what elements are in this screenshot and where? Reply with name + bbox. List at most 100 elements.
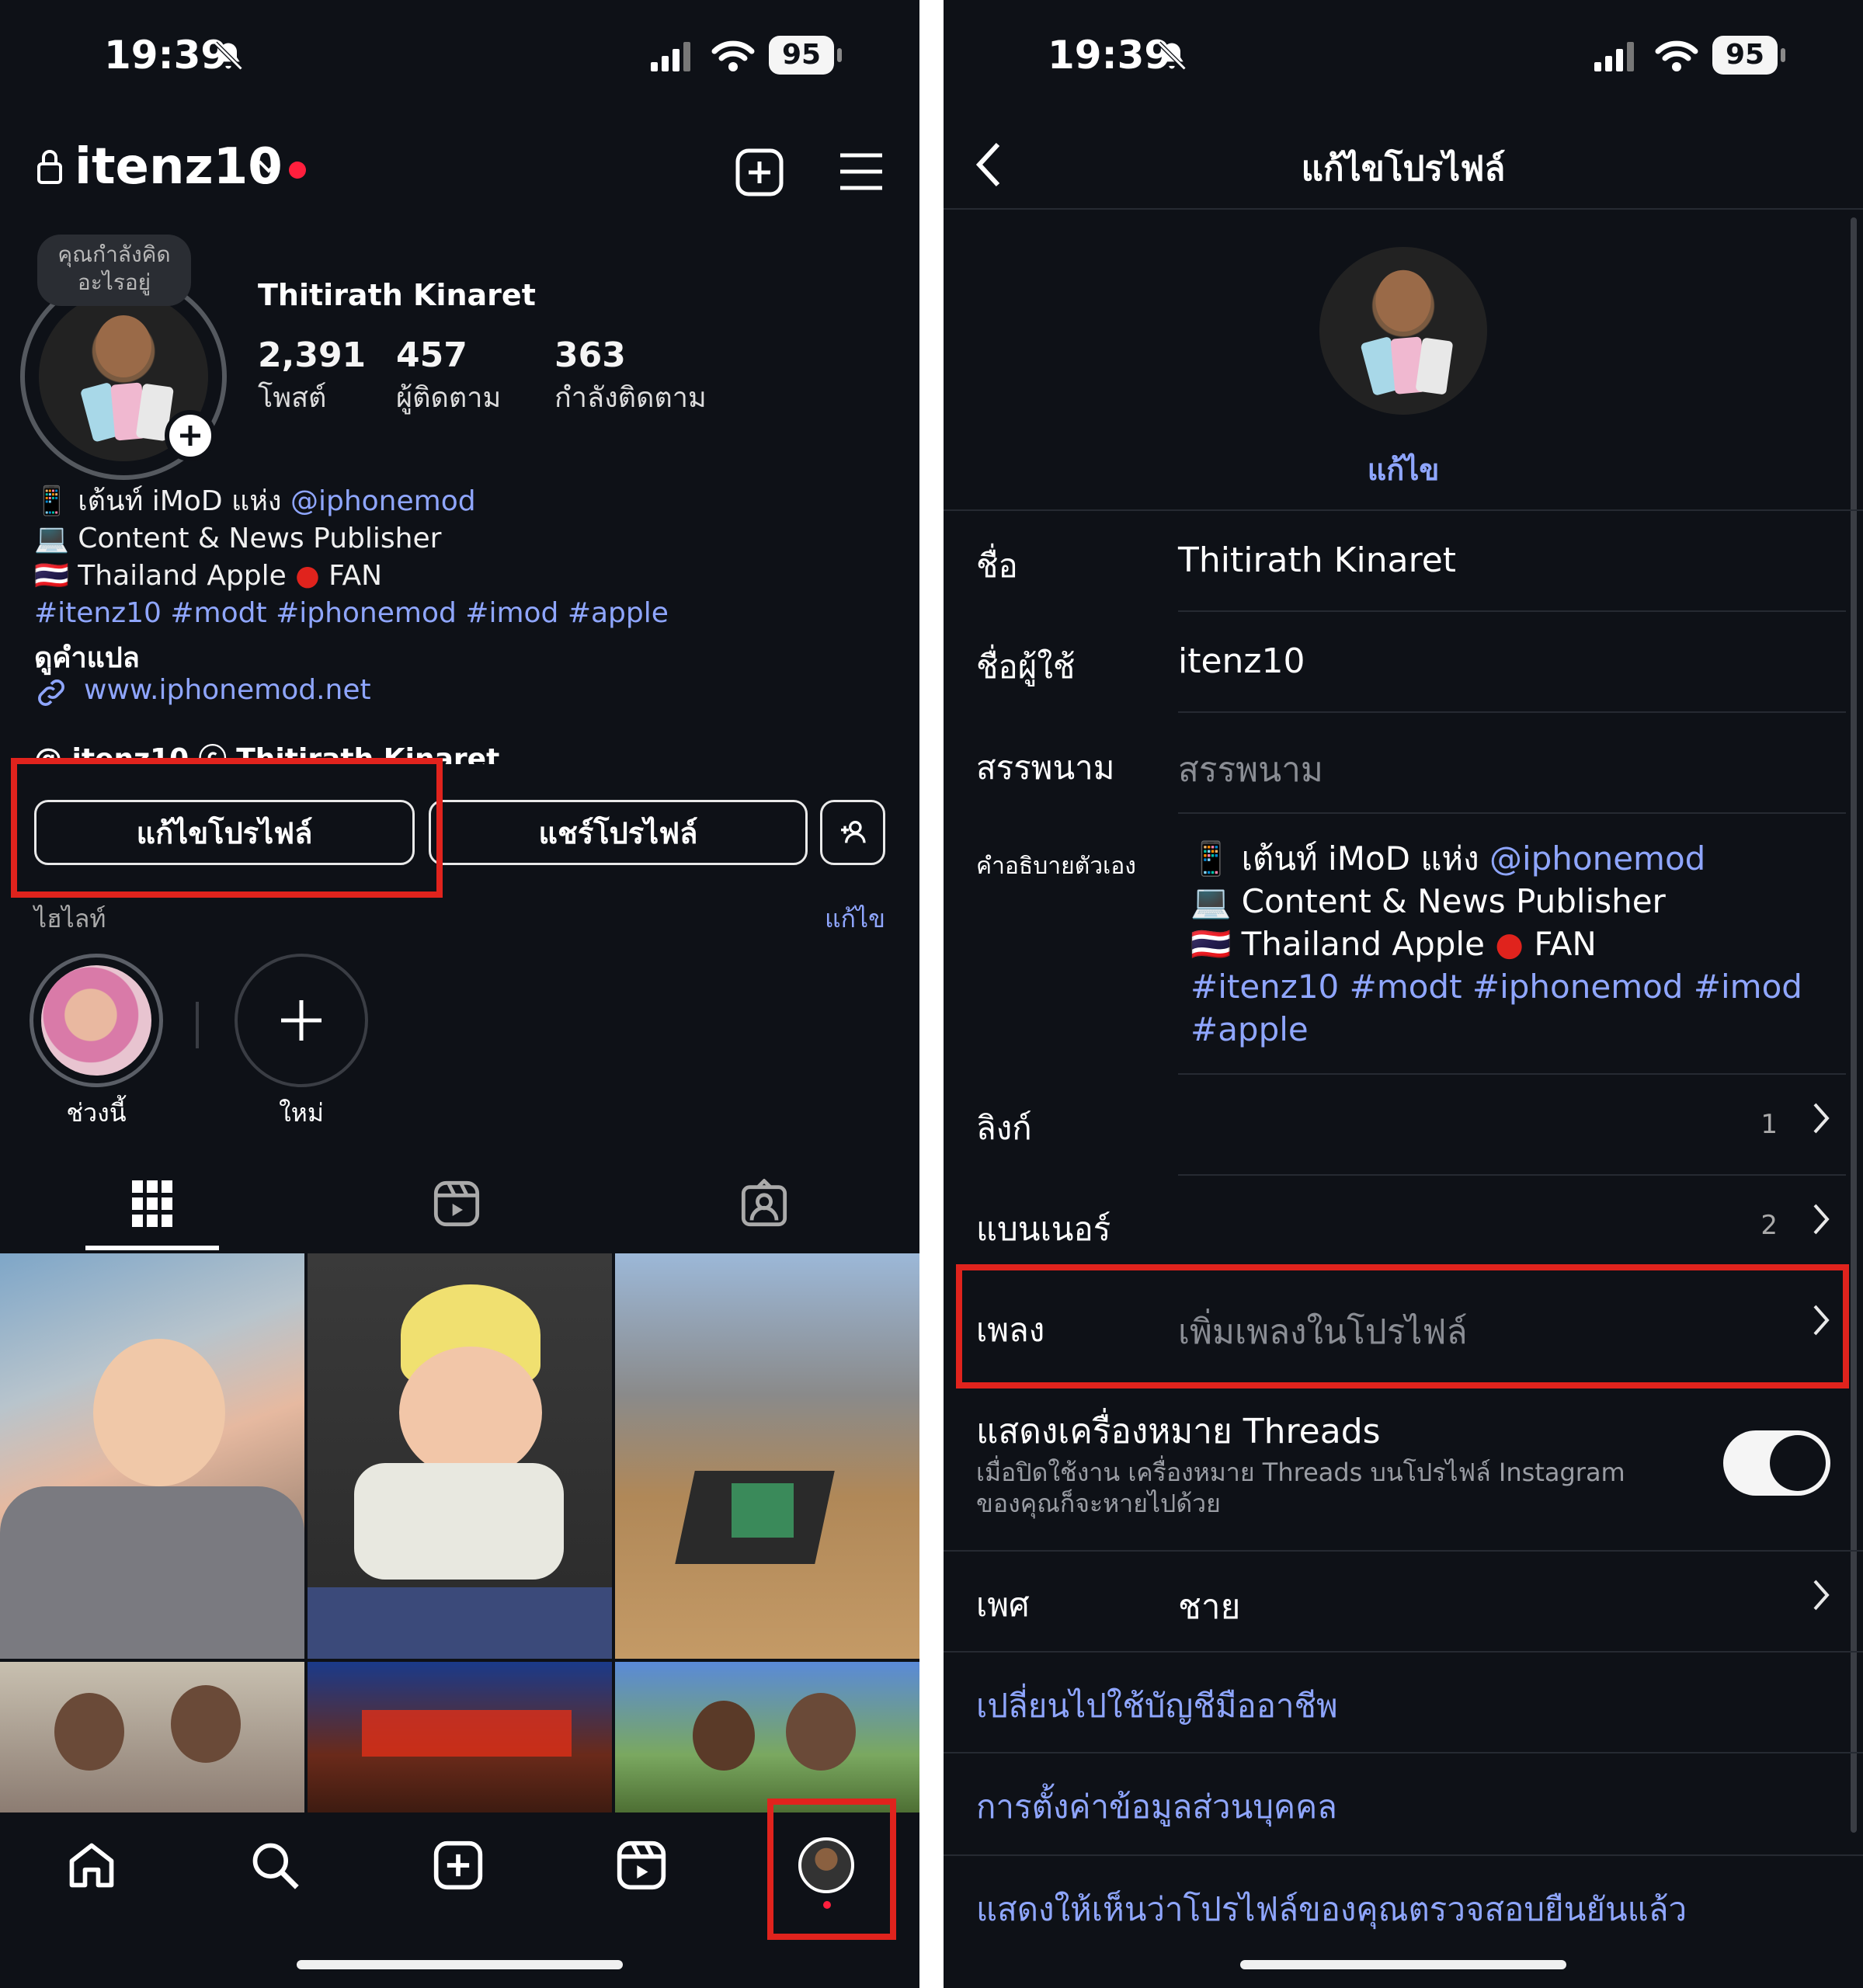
stat-label: ผู้ติดตาม xyxy=(396,382,502,414)
chevron-down-icon[interactable] xyxy=(256,157,281,179)
edit-photo-link[interactable]: แก้ไข xyxy=(944,446,1863,493)
signal-icon xyxy=(1594,40,1641,71)
desc-line: เมื่อปิดใช้งาน เครื่องหมาย Threads บนโปร… xyxy=(976,1458,1625,1487)
post-thumbnail[interactable] xyxy=(0,1253,304,1659)
apple-emoji-icon: ● xyxy=(1495,925,1524,963)
name-label: ชื่อ xyxy=(976,547,1018,585)
profile-name: Thitirath Kinaret xyxy=(258,278,536,312)
website-link[interactable]: www.iphonemod.net xyxy=(84,674,371,706)
hashtags[interactable]: #itenz10 #modt #iphonemod #imod #apple xyxy=(34,595,669,632)
personal-info-settings-link[interactable]: การตั้งค่าข้อมูลส่วนบุคคล xyxy=(976,1781,1337,1833)
highlight-label: ช่วงนี้ xyxy=(66,1098,127,1128)
note-bubble[interactable]: คุณกำลังคิดอะไรอยู่ xyxy=(37,235,191,306)
reels-tab-icon[interactable] xyxy=(432,1179,481,1232)
post-thumbnail[interactable] xyxy=(0,1662,304,1817)
search-icon[interactable] xyxy=(249,1839,301,1895)
hashtags[interactable]: #apple xyxy=(1190,1008,1802,1051)
post-thumbnail[interactable] xyxy=(615,1253,919,1659)
bio-text: FAN xyxy=(1534,925,1597,963)
home-indicator xyxy=(297,1960,623,1969)
bio-line-2: 💻 Content & News Publisher xyxy=(34,520,669,558)
highlight-box-profile-tab xyxy=(767,1799,896,1940)
stat-followers[interactable]: 457 ผู้ติดตาม xyxy=(396,335,501,419)
wifi-icon xyxy=(711,40,758,71)
highlights-edit-link[interactable]: แก้ไข xyxy=(825,899,885,939)
highlight-divider xyxy=(196,1002,199,1048)
profile-photo[interactable] xyxy=(1319,247,1487,415)
phone-emoji-icon: 📱 xyxy=(34,485,69,517)
new-highlight-button[interactable] xyxy=(235,954,368,1087)
highlights-title: ไฮไลท์ xyxy=(34,904,106,933)
status-bar: 19:39 95 xyxy=(944,0,1863,116)
silent-bell-icon xyxy=(1155,39,1189,81)
divider xyxy=(1178,711,1846,713)
threads-badge-toggle[interactable] xyxy=(1723,1430,1830,1496)
account-switcher[interactable]: itenz10 xyxy=(75,138,283,196)
bio-text: Content & News Publisher xyxy=(78,523,442,554)
chevron-right-icon xyxy=(1810,1199,1832,1248)
laptop-emoji-icon: 💻 xyxy=(34,523,69,554)
username-field[interactable]: itenz10 xyxy=(1178,641,1305,681)
bio-field[interactable]: 📱 เต้นท์ iMoD แห่ง @iphonemod 💻 Content … xyxy=(1190,837,1802,1051)
gender-row[interactable]: เพศ ชาย xyxy=(944,1552,1863,1651)
signal-icon xyxy=(651,40,697,71)
links-count: 1 xyxy=(1760,1109,1778,1140)
username-label: ชื่อผู้ใช้ xyxy=(976,648,1076,686)
stat-following[interactable]: 363 กำลังติดตาม xyxy=(554,335,707,419)
bio-text: เต้นท์ iMoD แห่ง xyxy=(78,485,290,517)
notification-dot xyxy=(289,162,306,179)
post-thumbnail[interactable] xyxy=(308,1662,612,1817)
mention-link[interactable]: @iphonemod xyxy=(1489,839,1705,878)
plus-icon xyxy=(281,1000,322,1041)
status-time: 19:39 xyxy=(104,33,228,78)
divider xyxy=(944,1854,1863,1856)
home-indicator xyxy=(1240,1960,1566,1969)
add-person-icon[interactable] xyxy=(820,800,885,865)
highlight-box-edit-profile xyxy=(11,758,443,898)
post-thumbnail[interactable] xyxy=(308,1253,612,1659)
home-icon[interactable] xyxy=(65,1839,118,1895)
bio-label: คำอธิบายตัวเอง xyxy=(976,853,1136,880)
reels-nav-icon[interactable] xyxy=(615,1839,668,1895)
create-post-icon[interactable] xyxy=(432,1839,485,1895)
grid-tab-icon[interactable] xyxy=(132,1180,172,1230)
chevron-right-icon xyxy=(1810,1575,1832,1624)
tagged-tab-icon[interactable] xyxy=(739,1178,789,1232)
pronouns-field[interactable]: สรรพนาม xyxy=(1178,742,1323,797)
switch-professional-link[interactable]: เปลี่ยนไปใช้บัญชีมืออาชีพ xyxy=(976,1680,1338,1732)
share-profile-button[interactable]: แชร์โปรไฟล์ xyxy=(429,800,808,865)
stat-label: โพสต์ xyxy=(258,382,327,414)
name-field[interactable]: Thitirath Kinaret xyxy=(1178,540,1456,580)
banners-row[interactable]: แบนเนอร์ 2 xyxy=(944,1176,1863,1275)
divider xyxy=(1178,610,1846,612)
add-story-icon[interactable] xyxy=(165,410,216,461)
links-row[interactable]: ลิงก์ 1 xyxy=(944,1075,1863,1174)
bio: 📱 เต้นท์ iMoD แห่ง @iphonemod 💻 Content … xyxy=(34,483,669,632)
website-text: www.iphonemod.net xyxy=(84,674,371,706)
silent-bell-icon xyxy=(211,39,245,81)
highlight-item-recent[interactable] xyxy=(30,954,163,1087)
hashtags[interactable]: #itenz10 #modt #iphonemod #imod xyxy=(1190,965,1802,1008)
highlight-label: ใหม่ xyxy=(279,1098,324,1128)
page-title: แก้ไขโปรไฟล์ xyxy=(1301,149,1506,189)
bio-line-1: 📱 เต้นท์ iMoD แห่ง @iphonemod xyxy=(34,483,669,520)
gender-value: ชาย xyxy=(1178,1587,1241,1627)
bio-text: FAN xyxy=(328,560,383,592)
banners-label: แบนเนอร์ xyxy=(976,1210,1111,1248)
translate-link[interactable]: ดูคำแปล xyxy=(34,635,140,679)
post-thumbnail[interactable] xyxy=(615,1662,919,1817)
bio-line-2: 💻 Content & News Publisher xyxy=(1190,880,1802,923)
verified-profile-link[interactable]: แสดงให้เห็นว่าโปรไฟล์ของคุณตรวจสอบยืนยัน… xyxy=(976,1884,1687,1935)
stat-value: 457 xyxy=(396,335,467,375)
divider xyxy=(944,208,1863,210)
bio-line-3: 🇹🇭 Thailand Apple ● FAN xyxy=(1190,923,1802,965)
stat-posts[interactable]: 2,391 โพสต์ xyxy=(258,335,366,419)
new-post-icon[interactable] xyxy=(735,148,784,200)
divider xyxy=(944,1651,1863,1653)
bio-text: Thailand Apple xyxy=(78,560,287,592)
chevron-right-icon xyxy=(1810,1098,1832,1147)
menu-icon[interactable] xyxy=(839,152,884,194)
divider xyxy=(944,509,1863,511)
stat-value: 363 xyxy=(554,335,626,375)
mention-link[interactable]: @iphonemod xyxy=(290,485,476,517)
